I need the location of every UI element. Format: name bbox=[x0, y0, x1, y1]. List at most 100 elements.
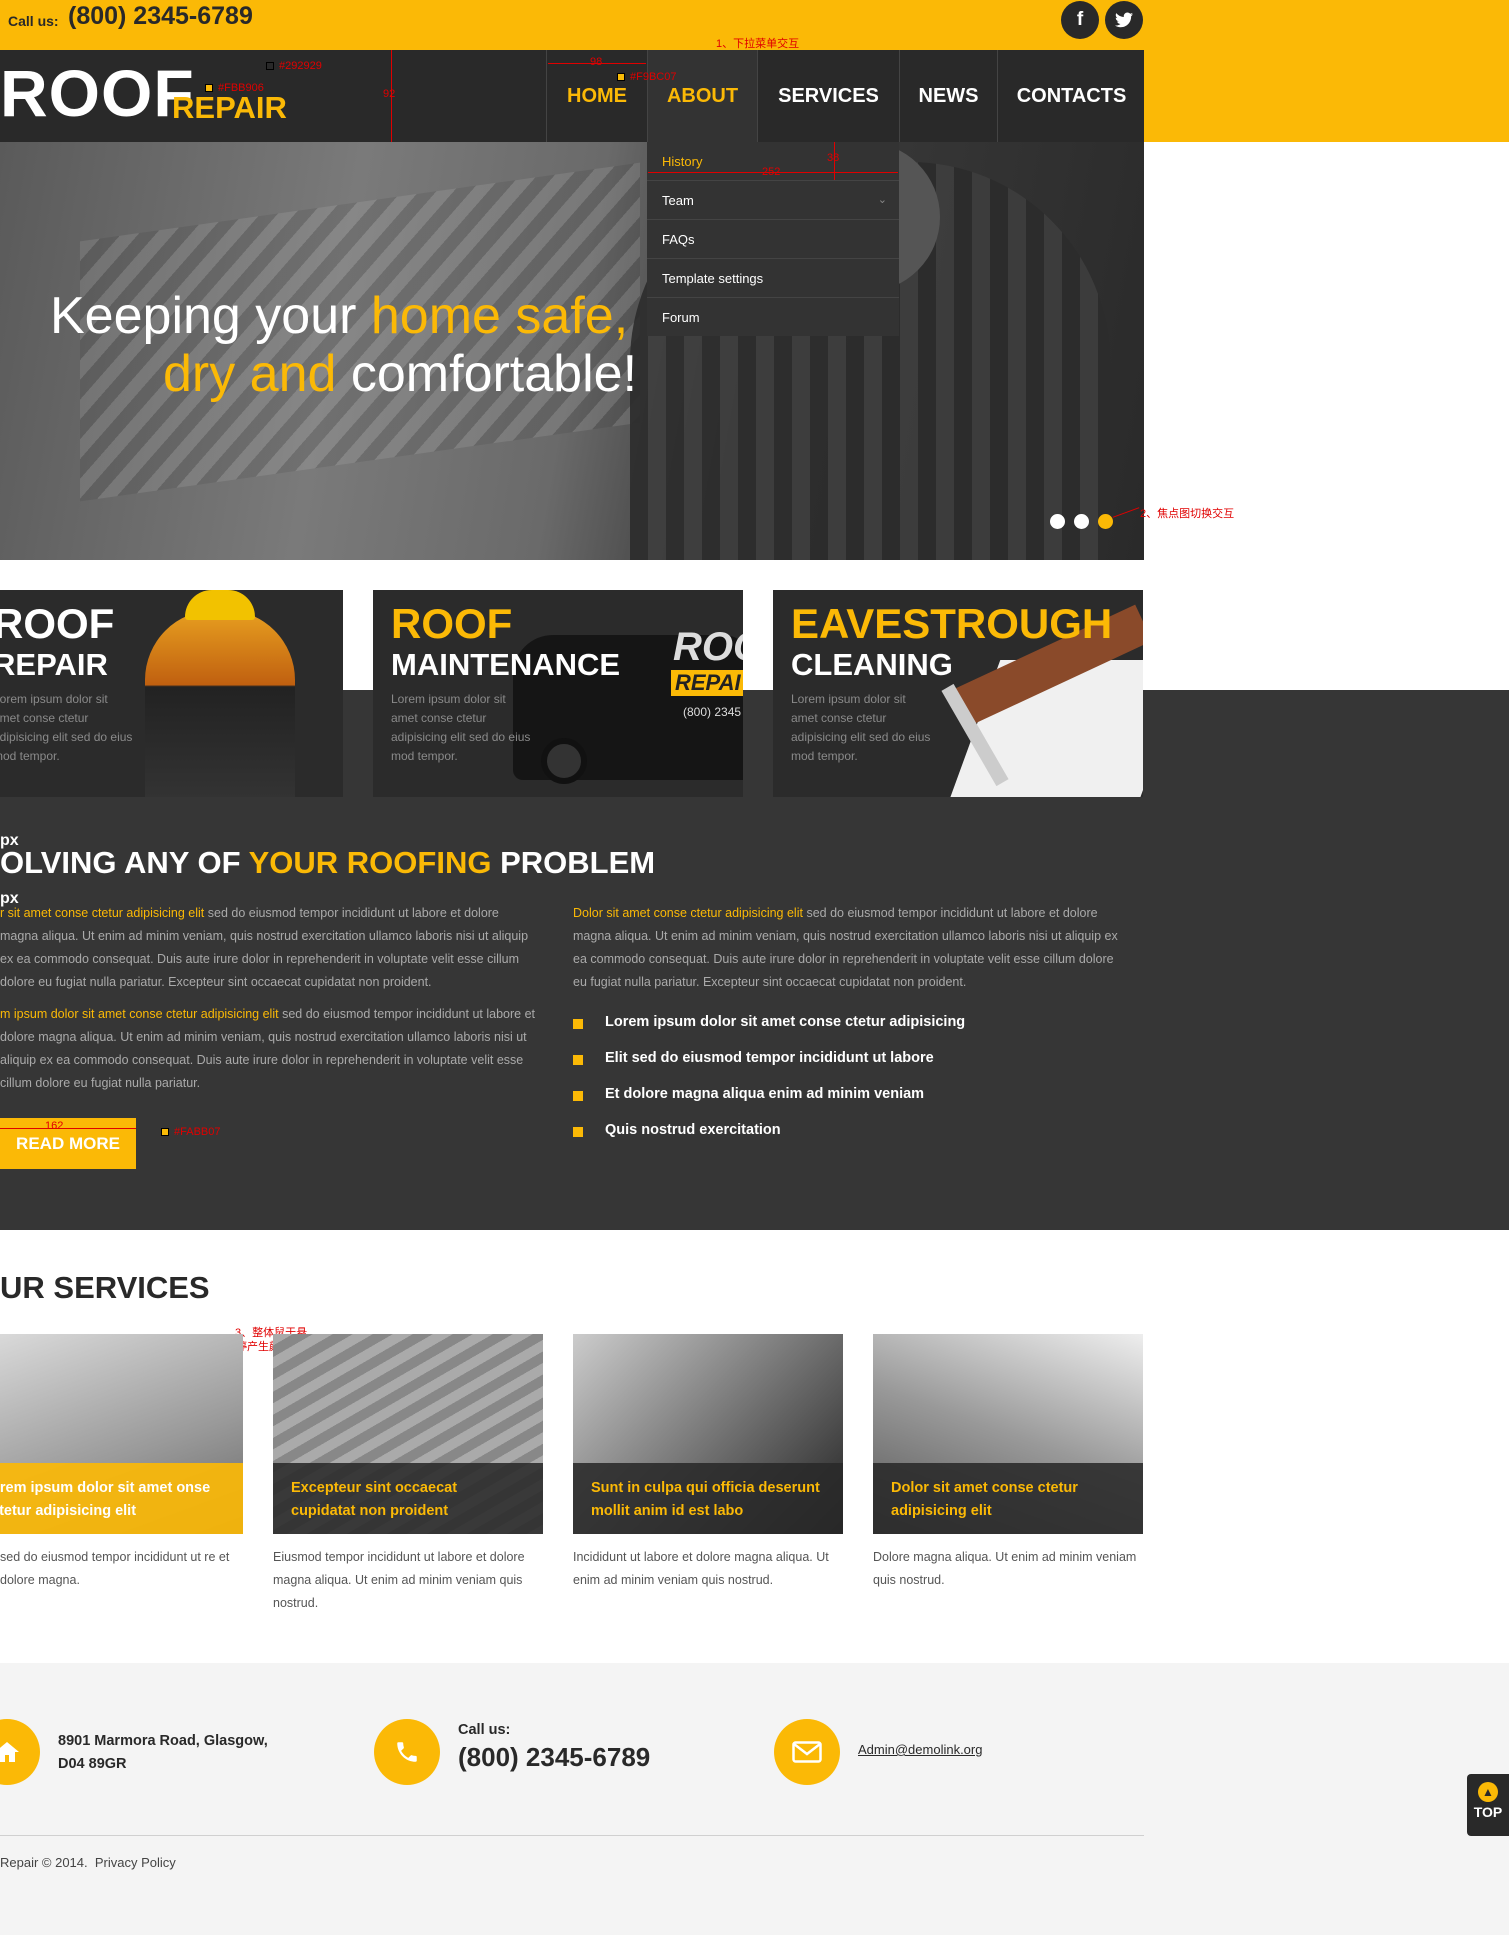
footer-copyright: Repair © 2014. Privacy Policy bbox=[0, 1855, 176, 1870]
back-to-top-button[interactable]: ▲ TOP bbox=[1467, 1774, 1509, 1836]
worker-image bbox=[145, 610, 295, 797]
annotation-note-dropdown: 1、下拉菜单交互 bbox=[716, 38, 800, 50]
solving-paragraph-3: Dolor sit amet conse ctetur adipisicing … bbox=[573, 902, 1129, 994]
bullet-square-icon bbox=[573, 1127, 583, 1137]
service-card-caption: Excepteur sint occaecat cupidatat non pr… bbox=[273, 1463, 543, 1534]
slider-dot-1[interactable] bbox=[1050, 514, 1065, 529]
solving-title-highlight: YOUR ROOFING bbox=[248, 845, 492, 880]
annotation-width-162: 162 bbox=[45, 1120, 64, 1132]
tile-title-sub: MAINTENANCE bbox=[391, 647, 621, 682]
dropdown-item-template-settings[interactable]: Template settings bbox=[647, 259, 899, 298]
dropdown-item-forum[interactable]: Forum bbox=[647, 298, 899, 337]
logo-roof-text[interactable]: ROOF bbox=[0, 60, 195, 126]
service-card-description: Incididunt ut labore et dolore magna ali… bbox=[573, 1550, 829, 1587]
paragraph-highlight: Dolor sit amet conse ctetur adipisicing … bbox=[573, 906, 803, 920]
chevron-down-icon: ⌄ bbox=[877, 194, 887, 206]
tile-title-main: EAVESTROUGH bbox=[791, 600, 1113, 647]
bullet-square-icon bbox=[573, 1019, 583, 1029]
service-card-description: Eiusmod tempor incididunt ut labore et d… bbox=[273, 1550, 525, 1610]
dropdown-item-faqs[interactable]: FAQs bbox=[647, 220, 899, 259]
bullet-item-1: Lorem ipsum dolor sit amet conse ctetur … bbox=[605, 1014, 966, 1030]
annotation-width-line bbox=[0, 1128, 136, 1129]
color-swatch-header bbox=[266, 62, 274, 70]
back-to-top-label: TOP bbox=[1473, 1804, 1503, 1820]
slider-dot-2[interactable] bbox=[1074, 514, 1089, 529]
annotation-color-nav: #F9BC07 bbox=[630, 71, 677, 83]
service-card-description: Dolore magna aliqua. Ut enim ad minim ve… bbox=[873, 1550, 1137, 1587]
footer-divider bbox=[0, 1835, 1144, 1836]
annotation-width-252: 252 bbox=[762, 166, 781, 178]
phone-glyph-icon bbox=[397, 1742, 417, 1762]
nav-about[interactable]: ABOUT bbox=[647, 50, 757, 142]
facebook-icon[interactable]: f bbox=[1061, 1, 1099, 39]
footer-phone[interactable]: (800) 2345-6789 bbox=[458, 1742, 650, 1773]
call-us-label: Call us: bbox=[8, 13, 59, 29]
nav-contacts[interactable]: CONTACTS bbox=[997, 50, 1145, 142]
van-wheel bbox=[541, 738, 587, 784]
tile-text: Lorem ipsum dolor sit amet conse ctetur … bbox=[791, 692, 931, 763]
solving-title-plain: OLVING ANY OF bbox=[0, 845, 249, 880]
copyright-text: Repair © 2014. bbox=[0, 1855, 88, 1870]
annotation-width-98: 98 bbox=[590, 56, 603, 68]
service-card-3[interactable]: Sunt in culpa qui officia deserunt molli… bbox=[573, 1334, 843, 1534]
color-swatch-nav bbox=[617, 73, 625, 81]
twitter-icon[interactable] bbox=[1105, 1, 1143, 39]
solving-title-plain: PROBLEM bbox=[491, 845, 656, 880]
annotation-color-header: #292929 bbox=[279, 60, 322, 72]
footer-call-label: Call us: bbox=[458, 1722, 511, 1738]
service-card-caption: Dolor sit amet conse ctetur adipisicing … bbox=[873, 1463, 1143, 1534]
slider-dot-3[interactable] bbox=[1098, 514, 1113, 529]
tile-roof-maintenance[interactable]: ROO REPAI (800) 2345 ROOF MAINTENANCE Lo… bbox=[373, 590, 743, 797]
tile-title-sub: REPAIR bbox=[0, 647, 108, 682]
service-card-1[interactable]: orem ipsum dolor sit amet onse ctetur ad… bbox=[0, 1334, 243, 1534]
van-logo-roof: ROO bbox=[673, 625, 743, 669]
chevron-up-icon: ▲ bbox=[1478, 1782, 1498, 1802]
tile-title-main: ROOF bbox=[0, 600, 115, 647]
bullet-item-2: Elit sed do eiusmod tempor incididunt ut… bbox=[605, 1050, 934, 1066]
service-card-2[interactable]: Excepteur sint occaecat cupidatat non pr… bbox=[273, 1334, 543, 1534]
envelope-glyph-icon bbox=[792, 1741, 822, 1763]
bullet-item-4: Quis nostrud exercitation bbox=[605, 1122, 781, 1138]
phone-icon bbox=[374, 1719, 440, 1785]
footer-address: 8901 Marmora Road, Glasgow, D04 89GR bbox=[58, 1730, 268, 1776]
dropdown-item-team[interactable]: Team ⌄ bbox=[647, 181, 899, 220]
hero-text-highlight: dry and bbox=[163, 345, 351, 403]
annotation-color-logo: #FBB906 bbox=[218, 82, 264, 94]
paragraph-highlight: m ipsum dolor sit amet conse ctetur adip… bbox=[0, 1007, 279, 1021]
our-services-title: UR SERVICES bbox=[0, 1270, 210, 1305]
bullet-item-3: Et dolore magna aliqua enim ad minim ven… bbox=[605, 1086, 925, 1102]
color-swatch-logo bbox=[205, 84, 213, 92]
bullet-square-icon bbox=[573, 1055, 583, 1065]
top-phone-number[interactable]: (800) 2345-6789 bbox=[68, 2, 253, 31]
service-card-caption: orem ipsum dolor sit amet onse ctetur ad… bbox=[0, 1463, 243, 1534]
hero-headline-line1: Keeping your home safe, bbox=[50, 286, 628, 346]
nav-news[interactable]: NEWS bbox=[899, 50, 997, 142]
solving-paragraph-2: m ipsum dolor sit amet conse ctetur adip… bbox=[0, 1003, 540, 1095]
hardhat-image bbox=[185, 590, 255, 620]
annotation-color-button: #FABB07 bbox=[174, 1126, 221, 1138]
nav-services[interactable]: SERVICES bbox=[757, 50, 899, 142]
logo-repair-text[interactable]: REPAIR bbox=[172, 92, 287, 124]
service-card-4[interactable]: Dolor sit amet conse ctetur adipisicing … bbox=[873, 1334, 1143, 1534]
read-more-button[interactable]: READ MORE bbox=[0, 1118, 136, 1169]
privacy-policy-link[interactable]: Privacy Policy bbox=[95, 1855, 176, 1870]
service-card-description: sed do eiusmod tempor incididunt ut re e… bbox=[0, 1550, 230, 1587]
dropdown-item-team-label: Team bbox=[662, 193, 694, 208]
solving-paragraph-1: r sit amet conse ctetur adipisicing elit… bbox=[0, 902, 540, 994]
tile-roof-repair[interactable]: ROOF REPAIR Lorem ipsum dolor sit amet c… bbox=[0, 590, 343, 797]
tile-text: Lorem ipsum dolor sit amet conse ctetur … bbox=[391, 692, 531, 763]
tile-title-main: ROOF bbox=[391, 600, 513, 647]
tile-text: Lorem ipsum dolor sit amet conse ctetur … bbox=[0, 692, 133, 763]
hero-text-plain: Keeping your bbox=[50, 287, 371, 345]
color-swatch-button bbox=[161, 1128, 169, 1136]
twitter-bird-icon bbox=[1115, 12, 1133, 28]
solving-title: OLVING ANY OF YOUR ROOFING PROBLEM bbox=[0, 845, 655, 881]
tile-eavestrough-cleaning[interactable]: EAVESTROUGH CLEANING Lorem ipsum dolor s… bbox=[773, 590, 1143, 797]
annotation-height-38: 38 bbox=[827, 152, 840, 164]
footer-email-link[interactable]: Admin@demolink.org bbox=[858, 1742, 982, 1757]
hero-text-plain: comfortable! bbox=[350, 345, 638, 403]
service-card-caption: Sunt in culpa qui officia deserunt molli… bbox=[573, 1463, 843, 1534]
address-line-2: D04 89GR bbox=[58, 1756, 127, 1772]
annotation-note-slider: 2、焦点图切换交互 bbox=[1140, 508, 1235, 520]
van-logo-repair: REPAI bbox=[671, 670, 743, 696]
